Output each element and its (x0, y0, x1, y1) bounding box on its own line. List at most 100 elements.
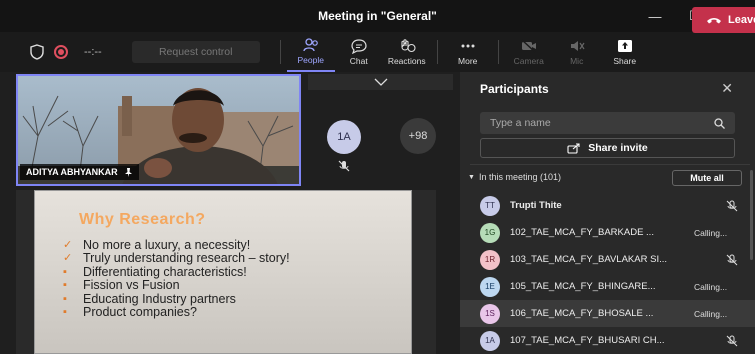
participant-name: 102_TAE_MCA_FY_BARKADE ... (510, 227, 654, 238)
calling-status: Calling... (694, 281, 728, 292)
participants-panel: Participants ✕ Type a name Share invite … (460, 72, 755, 354)
camera-button[interactable]: Camera (505, 32, 553, 72)
avatar: 1A (480, 330, 500, 351)
avatar: 1G (480, 222, 500, 243)
share-icon (617, 40, 632, 52)
people-icon (303, 38, 318, 52)
participants-header: Participants (480, 82, 549, 96)
checkmark-icon: ✓ (63, 239, 73, 251)
calling-status: Calling... (694, 308, 728, 319)
bullet-icon: ▪ (63, 265, 67, 278)
leave-label: Leave (728, 14, 755, 26)
share-invite-button[interactable]: Share invite (480, 138, 735, 158)
presentation-slide: Why Research? ✓ No more a luxury, a neces… (34, 190, 412, 354)
meeting-toolbar: --:-- Request control People Chat Reacti… (0, 32, 755, 72)
camera-label: Camera (513, 56, 544, 66)
participant-row[interactable]: 1G 102_TAE_MCA_FY_BARKADE ... Calling... (460, 219, 755, 246)
share-invite-icon (567, 142, 580, 154)
people-label: People (297, 55, 324, 65)
shared-content-area: Why Research? ✓ No more a luxury, a neces… (16, 190, 436, 354)
in-meeting-label: In this meeting (101) (478, 172, 561, 182)
participant-row[interactable]: 1E 105_TAE_MCA_FY_BHINGARE... Calling... (460, 273, 755, 300)
slide-bullet: ▪ Fission vs Fusion (63, 278, 180, 293)
avatar: 1S (480, 303, 500, 324)
mic-off-icon (338, 160, 350, 172)
reactions-icon (401, 39, 416, 53)
collapse-gallery-button[interactable] (308, 74, 453, 90)
speaker-name: ADITYA ABHYANKAR (26, 167, 118, 177)
toolbar-divider (279, 40, 281, 64)
speaker-name-tag: ADITYA ABHYANKAR (20, 164, 139, 180)
participant-name: 103_TAE_MCA_FY_BAVLAKAR SI... (510, 254, 667, 265)
meeting-stage: ADITYA ABHYANKAR 1A +98 Why Research? ✓ N… (0, 72, 460, 354)
reactions-button[interactable]: Reactions (383, 32, 431, 72)
window-title: Meeting in "General" (318, 9, 437, 23)
share-button[interactable]: Share (601, 32, 649, 72)
panel-divider (470, 164, 750, 165)
chat-icon (351, 39, 367, 54)
participant-search-input[interactable]: Type a name (480, 112, 735, 134)
participant-name: Trupti Thite (510, 200, 562, 211)
phone-hangup-icon (707, 18, 721, 24)
avatar: TT (480, 195, 500, 216)
chat-label: Chat (349, 56, 368, 66)
pin-icon (124, 167, 132, 177)
people-button[interactable]: People (286, 32, 335, 72)
slide-title: Why Research? (79, 211, 206, 228)
chat-button[interactable]: Chat (335, 32, 383, 72)
slide-bullet: ▪ Educating Industry partners (63, 291, 236, 306)
speaker-video-tile[interactable]: ADITYA ABHYANKAR (16, 74, 301, 186)
participant-name: 105_TAE_MCA_FY_BHINGARE... (510, 281, 656, 292)
search-placeholder: Type a name (490, 117, 551, 129)
share-label: Share (613, 56, 637, 66)
participant-name: 106_TAE_MCA_FY_BHOSALE ... (510, 308, 654, 319)
search-icon (714, 117, 725, 129)
slide-bullet: ▪ Differentiating characteristics! (63, 264, 247, 279)
participant-row[interactable]: TT Trupti Thite (460, 192, 755, 219)
request-control-button[interactable]: Request control (131, 41, 260, 63)
shield-icon[interactable] (30, 44, 44, 60)
minimize-button[interactable]: — (635, 0, 675, 32)
slide-bullet: ✓ No more a luxury, a necessity! (63, 238, 251, 252)
checkmark-icon: ✓ (63, 252, 73, 265)
slide-bullet: ✓ Truly understanding research – story! (63, 251, 290, 266)
bullet-icon: ▪ (63, 306, 67, 319)
leave-button[interactable]: Leave (692, 7, 755, 33)
participant-row[interactable]: 1A 107_TAE_MCA_FY_BHUSARI CH... (460, 327, 755, 354)
mic-button[interactable]: Mic (553, 32, 601, 72)
in-meeting-section-toggle[interactable]: ▼ In this meeting (101) (468, 172, 561, 182)
mic-off-icon (726, 200, 738, 211)
participants-scrollbar[interactable] (750, 170, 753, 260)
mic-off-icon (726, 254, 738, 265)
participant-name: 107_TAE_MCA_FY_BHUSARI CH... (510, 335, 665, 346)
toolbar-divider (436, 40, 438, 64)
participant-list: TT Trupti Thite 1G 102_TAE_MCA_FY_BARKAD… (460, 192, 755, 354)
slide-bullet: ▪ Product companies? (63, 305, 197, 320)
mic-label: Mic (570, 56, 584, 66)
speaker-icon (570, 41, 585, 51)
bullet-icon: ▪ (63, 292, 67, 305)
mute-all-button[interactable]: Mute all (672, 170, 742, 186)
caret-down-icon: ▼ (468, 173, 475, 181)
recording-icon[interactable] (54, 45, 68, 59)
close-panel-icon[interactable]: ✕ (721, 80, 733, 97)
participant-row[interactable]: 1R 103_TAE_MCA_FY_BAVLAKAR SI... (460, 246, 755, 273)
more-icon (461, 44, 475, 48)
participant-row[interactable]: 1S 106_TAE_MCA_FY_BHOSALE ... Calling... (460, 300, 755, 327)
more-button[interactable]: More (444, 32, 492, 72)
more-participants-tile[interactable]: +98 (400, 118, 436, 154)
more-label: More (458, 56, 478, 66)
camera-off-icon (521, 39, 536, 53)
avatar: 1E (480, 276, 500, 297)
slide-bullets: ✓ No more a luxury, a necessity! ✓ Truly u… (63, 238, 290, 320)
calling-status: Calling... (694, 227, 728, 238)
reactions-label: Reactions (387, 56, 426, 66)
chevron-down-icon (374, 78, 387, 86)
mic-off-icon (726, 335, 738, 346)
bullet-icon: ▪ (63, 279, 67, 292)
participant-tile-1a[interactable]: 1A (327, 120, 361, 154)
meeting-timer: --:-- (84, 46, 102, 58)
toolbar-divider (497, 40, 499, 64)
share-invite-label: Share invite (588, 142, 648, 154)
title-bar: Meeting in "General" — ☐ ✕ (0, 0, 755, 32)
